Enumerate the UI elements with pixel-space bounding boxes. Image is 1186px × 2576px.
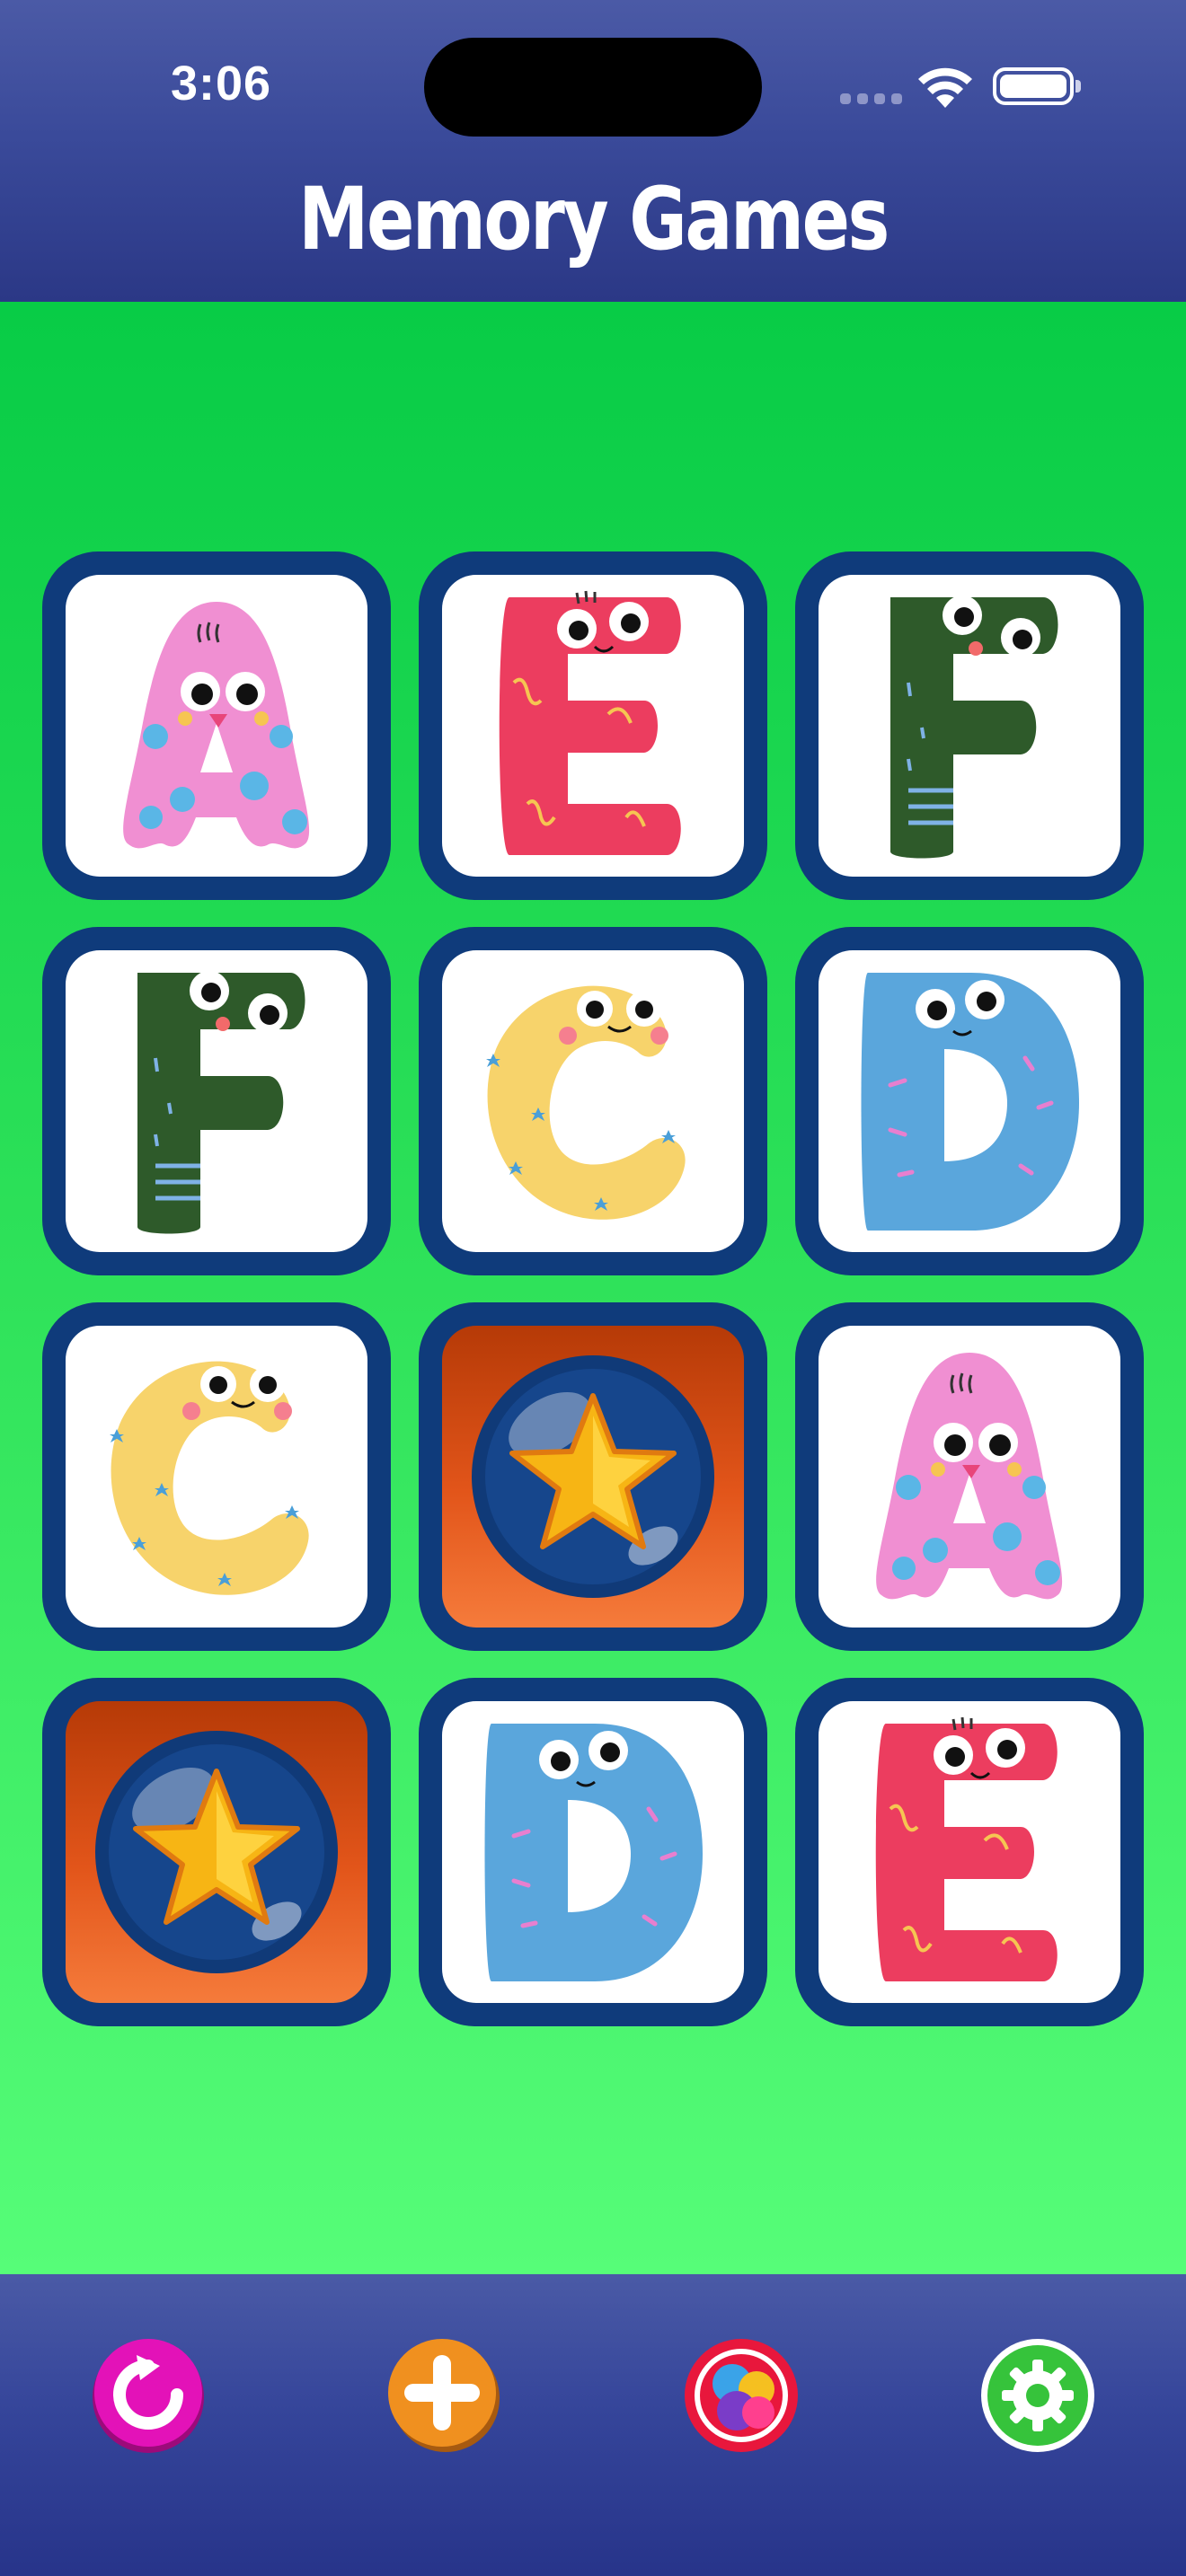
- settings-button[interactable]: [979, 2337, 1096, 2454]
- card-back: [66, 1701, 367, 2003]
- card-f[interactable]: [42, 927, 391, 1275]
- battery-icon: [993, 67, 1081, 105]
- colorful-balls-icon: [685, 2339, 798, 2452]
- letter-c-monster-image: [442, 950, 744, 1252]
- status-bar: 3:06: [0, 0, 1186, 171]
- restart-button[interactable]: [90, 2337, 207, 2454]
- page-title: Memory Games: [298, 169, 890, 269]
- card-a[interactable]: [42, 551, 391, 900]
- gear-icon: [981, 2339, 1094, 2452]
- card-a[interactable]: [795, 1302, 1144, 1651]
- card-c[interactable]: [42, 1302, 391, 1651]
- letter-e-monster-image: [442, 575, 744, 877]
- restart-icon: [93, 2339, 204, 2453]
- dynamic-island: [424, 38, 762, 137]
- game-board: [0, 302, 1186, 2274]
- plus-icon: [388, 2339, 500, 2452]
- letter-c-monster-image: [66, 1326, 367, 1628]
- add-button[interactable]: [385, 2337, 501, 2454]
- card-back: [442, 1326, 744, 1628]
- cellular-signal-icon: [840, 93, 903, 106]
- letter-f-monster-image: [819, 575, 1120, 877]
- card-e[interactable]: [795, 1678, 1144, 2026]
- card-e[interactable]: [419, 551, 767, 900]
- more-games-button[interactable]: [683, 2337, 800, 2454]
- card-face-down[interactable]: [419, 1302, 767, 1651]
- letter-d-monster-image: [442, 1701, 744, 2003]
- wifi-icon: [916, 65, 974, 110]
- card-d[interactable]: [795, 927, 1144, 1275]
- card-face-down[interactable]: [42, 1678, 391, 2026]
- star-icon: [95, 1731, 338, 1973]
- card-f[interactable]: [795, 551, 1144, 900]
- letter-d-monster-image: [819, 950, 1120, 1252]
- card-c[interactable]: [419, 927, 767, 1275]
- bottom-toolbar: [0, 2274, 1186, 2576]
- letter-f-monster-image: [66, 950, 367, 1252]
- letter-a-monster-image: [66, 575, 367, 877]
- header: 3:06 Memory Games: [0, 0, 1186, 302]
- letter-e-monster-image: [819, 1701, 1120, 2003]
- star-icon: [472, 1355, 714, 1598]
- card-d[interactable]: [419, 1678, 767, 2026]
- status-time: 3:06: [171, 57, 272, 110]
- letter-a-monster-image: [819, 1326, 1120, 1628]
